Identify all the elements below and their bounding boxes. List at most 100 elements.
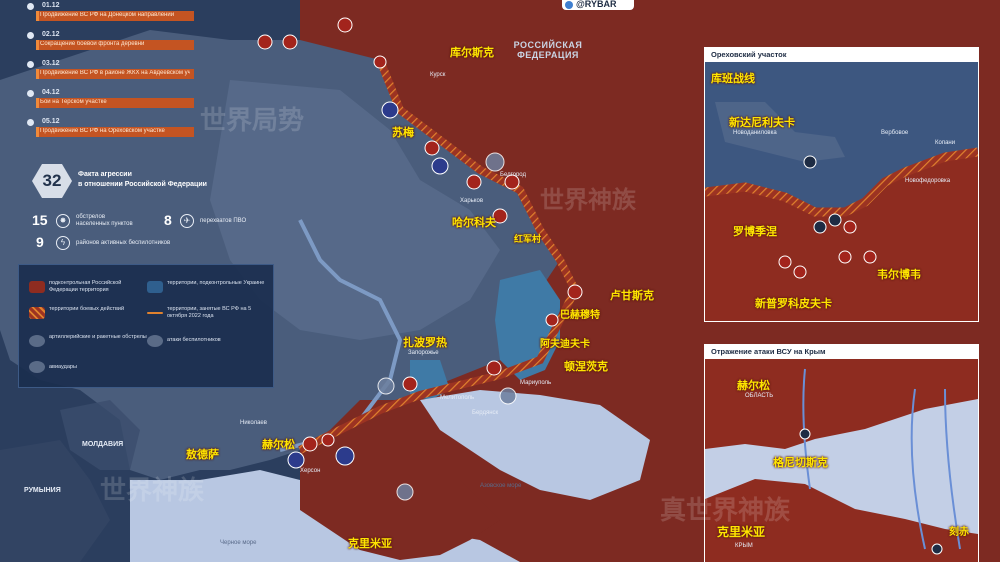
label-verbovoe-ru: Вербовое xyxy=(881,130,909,136)
event-text: Продвижение ВС РФ на Ореховском участке xyxy=(40,128,165,134)
drones-label: районов активных беспилотников xyxy=(76,240,171,246)
inset-crimea-title: Отражение атаки ВСУ на Крым xyxy=(711,347,826,356)
watermark: 世界神族 xyxy=(100,475,205,505)
event-date: 02.12 xyxy=(42,31,60,38)
shelled-count: 15 xyxy=(32,212,48,228)
label-russia: РОССИЙСКАЯ ФЕДЕРАЦИЯ xyxy=(513,40,583,60)
label-kherson-inset-zh: 赫尔松 xyxy=(737,380,770,392)
artillery-legend-icon xyxy=(29,335,45,347)
label-zaporozhye-zh: 扎波罗热 xyxy=(403,337,447,349)
label-kursk-zh: 库尔斯克 xyxy=(450,47,494,59)
telegram-icon xyxy=(565,1,573,9)
label-novofedorovka-ru: Новофедоровка xyxy=(905,178,951,184)
drone-legend-icon xyxy=(147,335,163,347)
event-text: Продвижение ВС РФ в районе ЖКХ на Авдеев… xyxy=(40,70,190,76)
legend-artillery: артиллерийские и ракетные обстрелы xyxy=(49,334,147,340)
legend-drone: атаки беспилотников xyxy=(167,337,221,343)
total-label-2: в отношении Российской Федерации xyxy=(78,181,207,188)
pvo-count: 8 xyxy=(164,212,172,228)
watermark: 世界神族 xyxy=(540,187,636,214)
attack-marker xyxy=(863,250,877,264)
ru-control-swatch xyxy=(29,281,45,293)
aviation-marker xyxy=(931,543,943,555)
legend-ua-control: территории, подконтрольные Украине xyxy=(167,280,265,286)
label-donetsk-zh: 顿涅茨克 xyxy=(564,361,608,373)
label-bakhmut-zh: 巴赫穆特 xyxy=(560,310,600,321)
aviation-marker xyxy=(803,155,817,169)
event-dot-icon xyxy=(27,119,34,126)
label-avdiivka-zh: 阿夫迪夫卡 xyxy=(540,339,590,350)
label-novodanilovka-zh: 新达尼利夫卡 xyxy=(729,117,795,129)
label-kherson-ru: Херсон xyxy=(300,468,321,474)
aviation-marker xyxy=(828,213,842,227)
label-odessa-zh: 敖德萨 xyxy=(186,449,219,461)
event-date: 03.12 xyxy=(42,60,60,67)
label-novoprokopovka-zh: 新普罗科皮夫卡 xyxy=(755,298,832,310)
label-berdyansk-ru: Бердянск xyxy=(472,410,499,416)
label-azov-sea: Азовское море xyxy=(480,483,522,489)
label-melitopol-ru: Мелитополь xyxy=(440,395,475,401)
ua-control-swatch xyxy=(147,281,163,293)
label-novodanilovka-ru: Новоданиловка xyxy=(733,130,777,136)
label-kharkov-zh: 哈尔科夫 xyxy=(452,217,496,229)
inset-title-zh: 库班战线 xyxy=(711,73,755,85)
label-crimea-inset-ru: КРЫМ xyxy=(735,543,753,549)
aviation-legend-icon xyxy=(29,361,45,373)
label-kherson-zh: 赫尔松 xyxy=(262,439,295,451)
event-dot-icon xyxy=(27,90,34,97)
drones-count: 9 xyxy=(36,234,44,250)
inset-orekhov-map xyxy=(705,62,978,321)
artillery-icon: ✸ xyxy=(56,214,70,228)
channel-tag-label: @RYBAR xyxy=(576,0,617,9)
label-verbovoe-zh: 韦尔博韦 xyxy=(877,269,921,281)
event-dot-icon xyxy=(27,32,34,39)
inset-orekhov-header: Ореховский участок xyxy=(705,48,978,62)
grey-zone-swatch xyxy=(29,307,45,319)
inset-orekhov: Ореховский участок 库班战线 新达尼利夫卡 Новоданил… xyxy=(704,47,979,322)
legend-ru-control: подконтрольная Российской Федерации терр… xyxy=(49,280,122,293)
label-rabotino-zh: 罗博季涅 xyxy=(733,226,777,238)
attack-marker xyxy=(838,250,852,264)
shelled-label: обстрелов населенных пунктов xyxy=(76,214,133,227)
ru-line-swatch xyxy=(147,312,163,314)
label-belgorod-ru: Белгород xyxy=(500,172,527,178)
watermark: 真世界神族 xyxy=(660,495,791,525)
label-sumy-zh: 苏梅 xyxy=(392,127,414,139)
label-lugansk-zh: 卢甘斯克 xyxy=(610,290,654,302)
event-text: Сокращение боевой фронта деревни xyxy=(40,41,145,47)
label-romania: РУМЫНИЯ xyxy=(24,487,61,494)
aviation-marker xyxy=(799,428,811,440)
inset-crimea-header: Отражение атаки ВСУ на Крым xyxy=(705,345,978,359)
attack-marker xyxy=(843,220,857,234)
label-mariupol-ru: Мариуполь xyxy=(520,380,552,386)
channel-tag: @RYBAR xyxy=(562,0,634,10)
event-date: 04.12 xyxy=(42,89,60,96)
aviation-marker xyxy=(813,220,827,234)
label-crimea-zh: 克里米亚 xyxy=(348,538,392,550)
inset-orekhov-title: Ореховский участок xyxy=(711,50,787,59)
label-zaporozhye-ru: Запорожье xyxy=(408,350,439,356)
label-henichesk-zh: 格尼切斯克 xyxy=(773,457,828,469)
label-nikolaev-ru: Николаев xyxy=(240,420,267,426)
map-legend: подконтрольная Российской Федерации терр… xyxy=(18,264,274,388)
label-black-sea: Черное море xyxy=(220,540,257,546)
event-dot-icon xyxy=(27,3,34,10)
event-date: 05.12 xyxy=(42,118,60,125)
label-krasnyi-zh: 红军村 xyxy=(514,234,542,244)
event-dot-icon xyxy=(27,61,34,68)
event-date: 01.12 xyxy=(42,2,60,9)
event-text: Бои на Терском участке xyxy=(40,99,107,105)
label-kerch-zh: 刻赤 xyxy=(949,527,969,538)
inset-crimea: Отражение атаки ВСУ на Крым 赫尔松 ОБЛАСТЬ … xyxy=(704,344,979,562)
legend-ru-line: территории, занятые ВС РФ на 5 октября 2… xyxy=(167,306,252,319)
label-kherson-inset-ru: ОБЛАСТЬ xyxy=(745,393,774,399)
attack-marker xyxy=(793,265,807,279)
pvo-label: перехватов ПВО xyxy=(200,218,247,224)
watermark: 世界局势 xyxy=(200,105,305,135)
total-label-1: Факта агрессии xyxy=(78,171,132,178)
label-moldova: МОЛДАВИЯ xyxy=(82,441,124,448)
plane-icon: ✈ xyxy=(180,214,194,228)
label-kopani-ru: Копани xyxy=(935,140,956,146)
label-kharkov-ru: Харьков xyxy=(460,198,484,204)
legend-aviation: авиаудары xyxy=(49,364,77,370)
